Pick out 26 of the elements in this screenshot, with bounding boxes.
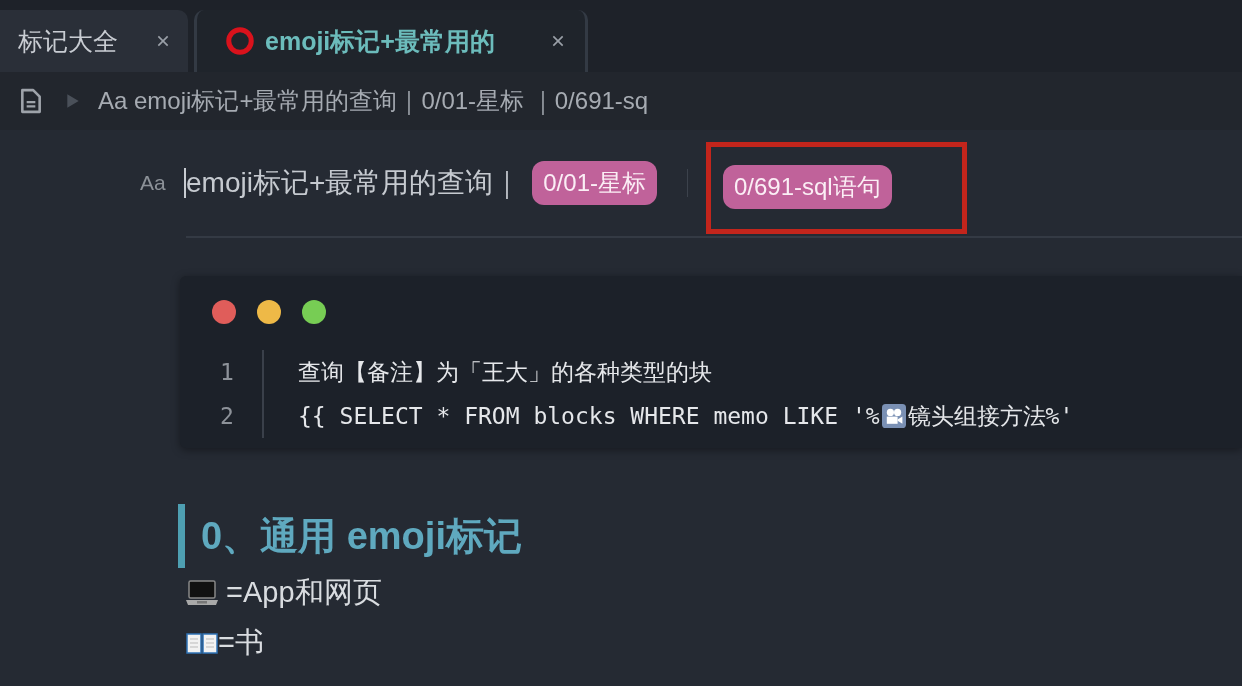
open-book-icon bbox=[186, 630, 218, 656]
code-line: {{ SELECT * FROM blocks WHERE memo LIKE '% bbox=[298, 403, 880, 429]
document-icon[interactable] bbox=[20, 88, 42, 114]
tab[interactable]: 标记大全 bbox=[0, 10, 188, 72]
tab-label: emoji标记+最常用的 bbox=[265, 25, 496, 57]
code-line: 查询【备注】为「王大」的各种类型的块 bbox=[298, 357, 712, 387]
window-dot bbox=[302, 300, 326, 324]
tab-label: 标记大全 bbox=[18, 25, 119, 57]
circle-icon bbox=[225, 26, 255, 56]
title-icon[interactable]: Aa bbox=[140, 171, 184, 195]
document-title: emoji标记+最常用的查询｜ bbox=[186, 166, 521, 201]
list-text: =书 bbox=[218, 625, 264, 660]
tab[interactable]: emoji标记+最常用的 bbox=[194, 10, 588, 72]
laptop-icon bbox=[186, 580, 218, 606]
tag[interactable]: 0/691-sql语句 bbox=[722, 165, 892, 209]
line-number: 1 bbox=[212, 350, 264, 394]
list-text: =App和网页 bbox=[225, 575, 382, 610]
movie-camera-icon bbox=[881, 404, 906, 428]
code-line: 镜头组接方法%' bbox=[907, 401, 1074, 431]
close-icon[interactable] bbox=[551, 34, 565, 48]
tag[interactable]: 0/01-星标 bbox=[532, 161, 657, 205]
window-dot bbox=[257, 300, 281, 324]
window-dot bbox=[212, 300, 236, 324]
section-heading: 0、通用 emoji标记 bbox=[178, 504, 1242, 568]
line-number: 2 bbox=[212, 394, 264, 438]
close-icon[interactable] bbox=[156, 34, 170, 48]
